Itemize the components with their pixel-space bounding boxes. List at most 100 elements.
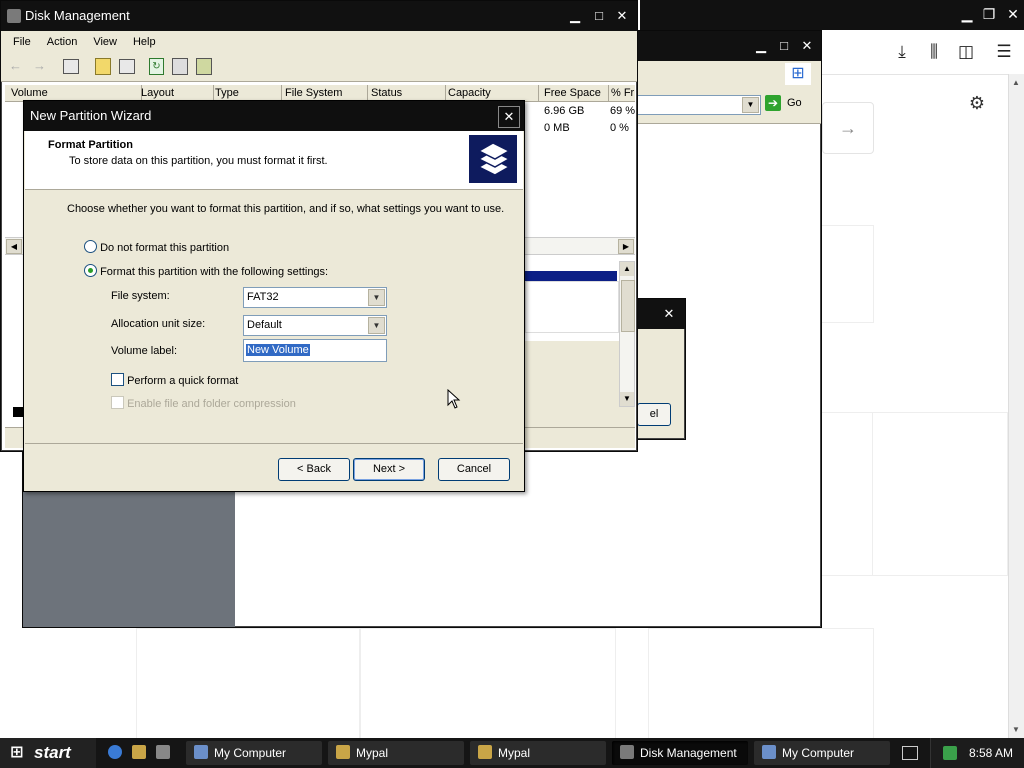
refresh-icon[interactable]: ↻ [149,58,164,75]
close-icon[interactable]: ✕ [1002,4,1024,24]
show-hide-tree-icon[interactable] [63,59,79,74]
network-icon[interactable] [943,746,957,760]
mypal-icon [336,745,350,759]
task-my-computer[interactable]: My Computer [186,741,322,765]
scroll-down-icon[interactable]: ▼ [1012,725,1020,734]
forward-arrow-icon[interactable]: → [33,58,46,73]
menu-view[interactable]: View [85,32,125,52]
close-icon[interactable]: ✕ [612,7,632,25]
file-system-label: File system: [111,290,170,302]
chevron-down-icon[interactable]: ▼ [368,317,385,334]
mouse-cursor-icon [447,388,461,414]
partition-block[interactable] [525,281,619,333]
cancel-button[interactable]: Cancel [438,458,510,481]
chevron-down-icon[interactable]: ▼ [368,289,385,306]
address-input[interactable]: ▼ [635,95,761,115]
quick-format-checkbox[interactable] [111,373,124,386]
partition-bar[interactable] [525,271,617,281]
mypal-quicklaunch-icon[interactable] [132,745,146,759]
back-arrow-icon[interactable]: ← [9,58,22,73]
allocation-unit-label: Allocation unit size: [111,318,206,330]
maximize-icon[interactable]: □ [589,7,609,25]
quick-format-option[interactable]: Perform a quick format [111,373,238,387]
keyboard-icon[interactable] [902,746,918,760]
minimize-icon[interactable]: ▁ [956,4,978,24]
row-1-pct-free: 69 % [610,105,636,117]
go-arrow-icon[interactable]: ➔ [765,95,781,111]
radio-format[interactable] [84,264,97,277]
help-icon[interactable] [95,58,111,75]
scroll-up-icon[interactable]: ▲ [620,262,634,276]
wizard-titlebar: New Partition Wizard ✕ [24,101,524,131]
column-volume[interactable]: Volume [5,85,142,101]
scroll-up-icon[interactable]: ▲ [1012,78,1020,87]
tile[interactable] [360,628,616,740]
next-button[interactable]: Next > [353,458,425,481]
tile[interactable] [872,412,1008,576]
properties-icon[interactable] [119,59,135,74]
radio-no-format[interactable] [84,240,97,253]
tile[interactable] [648,628,874,740]
go-label[interactable]: Go [787,97,802,109]
ie-icon[interactable] [108,745,122,759]
column-free-space[interactable]: Free Space [539,85,609,101]
restore-icon[interactable]: ❐ [978,4,1000,24]
browser-titlebar: ▁ ❐ ✕ [640,0,1024,30]
scroll-right-icon[interactable]: ▶ [618,239,634,254]
mypal-icon [478,745,492,759]
compression-label: Enable file and folder compression [127,398,296,410]
menu-help[interactable]: Help [125,32,164,52]
column-pct-free[interactable]: % Fr [607,85,639,101]
column-capacity[interactable]: Capacity [443,85,539,101]
start-button[interactable]: ⊞ start [0,738,96,768]
option-format-label: Format this partition with the following… [100,266,329,278]
column-file-system[interactable]: File System [279,85,368,101]
task-mypal-2[interactable]: Mypal [470,741,606,765]
settings-icon[interactable] [196,58,212,75]
close-icon[interactable]: ✕ [498,106,520,128]
forward-arrow-icon[interactable]: → [822,102,874,154]
sidebar-icon[interactable]: ◫ [954,40,978,64]
file-system-select[interactable]: FAT32 ▼ [243,287,387,308]
media-player-icon[interactable] [156,745,170,759]
close-icon[interactable]: ✕ [797,37,817,55]
menubar: File Action View Help [1,31,637,53]
library-icon[interactable]: ⫼ [922,40,946,64]
allocation-unit-select[interactable]: Default ▼ [243,315,387,336]
disk-management-icon [7,9,21,23]
disk-management-icon [620,745,634,759]
menu-icon[interactable]: ☰ [992,40,1016,64]
volume-label-value: New Volume [246,344,310,356]
scroll-left-icon[interactable]: ◀ [6,239,22,254]
maximize-icon[interactable]: □ [774,37,794,55]
scroll-down-icon[interactable]: ▼ [620,392,634,406]
column-status[interactable]: Status [365,85,446,101]
option-no-format[interactable]: Do not format this partition [84,240,229,254]
column-type[interactable]: Type [211,85,282,101]
column-layout[interactable]: Layout [137,85,214,101]
minimize-icon[interactable]: ▁ [751,37,771,55]
legend-unallocated-swatch [13,407,23,417]
vertical-scrollbar[interactable]: ▲ ▼ [619,261,635,407]
close-icon[interactable]: ✕ [659,305,679,323]
disk-stack-icon [469,135,517,183]
rescan-icon[interactable] [172,58,188,75]
compression-checkbox [111,396,124,409]
option-format[interactable]: Format this partition with the following… [84,264,328,278]
menu-file[interactable]: File [5,32,39,52]
task-my-computer-2[interactable]: My Computer [754,741,890,765]
dialog-cancel-button[interactable]: el [637,403,671,426]
system-tray: 8:58 AM [930,738,1024,768]
chevron-down-icon[interactable]: ▼ [742,97,759,113]
minimize-icon[interactable]: ▁ [565,7,585,25]
task-disk-management[interactable]: Disk Management [612,741,748,765]
back-button[interactable]: < Back [278,458,350,481]
browser-scrollbar[interactable]: ▲ ▼ [1008,74,1024,738]
menu-action[interactable]: Action [39,32,86,52]
settings-gear-icon[interactable]: ⚙ [966,92,988,114]
scroll-thumb[interactable] [621,280,635,332]
volume-label-input[interactable]: New Volume [243,339,387,362]
task-mypal[interactable]: Mypal [328,741,464,765]
tile[interactable] [136,628,360,740]
download-icon[interactable]: ⤓ [890,40,914,64]
